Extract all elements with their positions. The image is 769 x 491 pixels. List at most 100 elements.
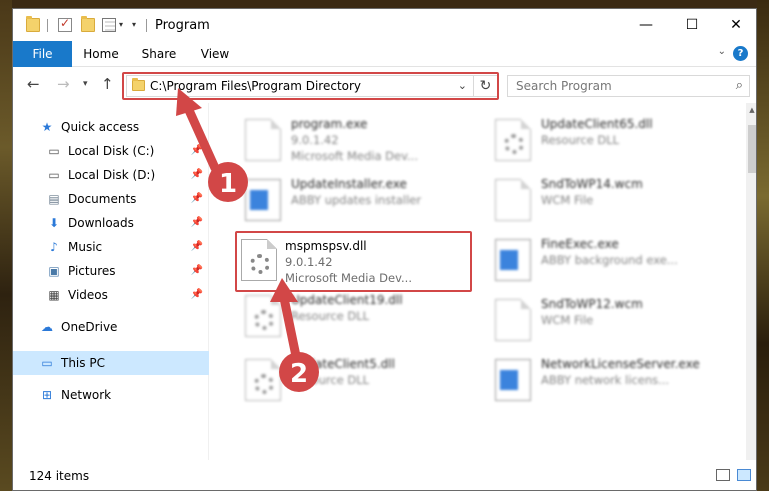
new-folder-icon[interactable]	[81, 16, 95, 32]
sidebar-item-label: Pictures	[68, 264, 116, 278]
pin-icon[interactable]: 📌	[191, 241, 203, 252]
download-icon: ⬇	[48, 216, 60, 230]
pin-icon[interactable]: 📌	[191, 265, 203, 276]
sidebar-item-local-disk-c[interactable]: ▭ Local Disk (C:) 📌	[13, 139, 209, 163]
file-item-program-exe[interactable]: program.exe 9.0.1.42 Microsoft Media Dev…	[239, 113, 479, 169]
sidebar-item-label: Local Disk (D:)	[68, 168, 156, 182]
file-item-networklicenseserver-exe[interactable]: NetworkLicenseServer.exe ABBY network li…	[489, 353, 729, 409]
annotation-highlight-file: mspmspsv.dll 9.0.1.42 Microsoft Media De…	[235, 231, 472, 292]
navigation-bar: ← → ▾ ↑ C:\Program Files\Program Directo…	[13, 67, 756, 103]
chevron-down-icon[interactable]: ▾	[119, 20, 123, 29]
tab-share[interactable]: Share	[133, 41, 185, 67]
desktop-background-left	[0, 0, 12, 491]
recent-locations-chevron-icon[interactable]: ▾	[83, 79, 88, 89]
file-item-fineexec-exe[interactable]: FineExec.exe ABBY background exe...	[489, 233, 729, 289]
sidebar-item-videos[interactable]: ▦ Videos 📌	[13, 283, 209, 307]
sidebar-item-quick-access[interactable]: ★ Quick access	[13, 115, 209, 139]
search-box[interactable]: Search Program ⌕	[507, 75, 750, 97]
pin-icon[interactable]: 📌	[191, 289, 203, 300]
pc-icon: ▭	[41, 356, 53, 370]
file-item-updateclient5-dll[interactable]: UpdateClient5.dll Resource DLL	[239, 353, 479, 409]
pin-icon[interactable]: 📌	[191, 193, 203, 204]
sidebar-item-network[interactable]: ⊞ Network	[13, 383, 209, 407]
videos-icon: ▦	[48, 288, 60, 302]
sidebar-item-label: Documents	[68, 192, 137, 206]
sidebar-item-downloads[interactable]: ⬇ Downloads 📌	[13, 211, 209, 235]
drive-icon: ▭	[48, 168, 60, 182]
details-view-icon[interactable]	[716, 469, 730, 481]
search-input[interactable]: Search Program	[516, 79, 612, 93]
sidebar-item-label: OneDrive	[61, 320, 118, 334]
scrollbar-thumb[interactable]	[748, 125, 756, 173]
expand-ribbon-icon[interactable]: ⌄	[718, 46, 726, 57]
minimize-button[interactable]: —	[623, 9, 669, 41]
close-button[interactable]: ✕	[713, 9, 756, 41]
exe-icon	[495, 239, 531, 281]
scroll-up-icon[interactable]: ▲	[746, 103, 756, 117]
tab-file[interactable]: File	[13, 41, 72, 67]
file-explorer-window: ▾ ▾ Program — ☐ ✕ File Home Share View ⌄…	[12, 8, 757, 491]
item-count: 124 items	[29, 469, 90, 483]
sidebar-item-label: Videos	[68, 288, 108, 302]
tab-view[interactable]: View	[191, 41, 239, 67]
back-button[interactable]: ←	[27, 75, 40, 93]
forward-button[interactable]: →	[57, 75, 70, 93]
sidebar-item-local-disk-d[interactable]: ▭ Local Disk (D:) 📌	[13, 163, 209, 187]
desktop-background-right	[757, 0, 769, 491]
folder-icon	[26, 16, 40, 32]
separator	[47, 19, 48, 32]
pin-icon[interactable]: 📌	[191, 169, 203, 180]
file-item-sndtowp12-wcm[interactable]: SndToWP12.wcm WCM File	[489, 293, 729, 349]
annotation-highlight-address	[122, 72, 499, 100]
dll-file-icon	[245, 295, 281, 337]
file-item-updateclient65-dll[interactable]: UpdateClient65.dll Resource DLL	[489, 113, 729, 169]
sidebar-item-label: Local Disk (C:)	[68, 144, 155, 158]
ribbon-tabs: File Home Share View ⌄ ?	[13, 41, 756, 67]
cloud-icon: ☁	[41, 320, 53, 334]
sidebar-item-onedrive[interactable]: ☁ OneDrive	[13, 315, 209, 339]
search-icon[interactable]: ⌕	[736, 78, 743, 93]
properties-check-icon[interactable]	[58, 16, 72, 32]
exe-icon	[245, 179, 281, 221]
status-bar: 124 items	[13, 460, 756, 490]
up-button[interactable]: ↑	[101, 75, 114, 93]
tab-home[interactable]: Home	[75, 41, 127, 67]
sidebar-item-label: Music	[68, 240, 103, 254]
window-title: Program	[155, 18, 210, 33]
dll-file-icon	[245, 359, 281, 401]
maximize-button[interactable]: ☐	[669, 9, 715, 41]
title-bar: ▾ ▾ Program — ☐ ✕	[13, 9, 756, 41]
sidebar-item-label: Downloads	[68, 216, 134, 230]
drive-icon: ▭	[48, 144, 60, 158]
exe-icon	[495, 359, 531, 401]
file-item-updateclient19-dll[interactable]: UpdateClient19.dll Resource DLL	[239, 289, 479, 345]
sidebar-item-music[interactable]: ♪ Music 📌	[13, 235, 209, 259]
music-icon: ♪	[50, 240, 58, 254]
file-icon	[495, 299, 531, 341]
dll-file-icon	[241, 239, 277, 281]
file-item-mspmspsv-dll[interactable]: mspmspsv.dll 9.0.1.42 Microsoft Media De…	[237, 235, 477, 291]
sidebar-item-this-pc[interactable]: ▭ This PC	[13, 351, 209, 375]
file-icon	[495, 179, 531, 221]
dll-file-icon	[495, 119, 531, 161]
large-icons-view-icon[interactable]	[737, 469, 751, 481]
pictures-icon: ▣	[48, 264, 60, 278]
pin-icon[interactable]: 📌	[191, 217, 203, 228]
pin-icon[interactable]: 📌	[191, 145, 203, 156]
navigation-pane: ★ Quick access ▭ Local Disk (C:) 📌 ▭ Loc…	[13, 103, 209, 460]
sidebar-item-documents[interactable]: ▤ Documents 📌	[13, 187, 209, 211]
star-icon: ★	[41, 120, 53, 134]
quick-access-toolbar-icon[interactable]	[102, 18, 116, 32]
application-icon	[245, 119, 281, 161]
help-icon[interactable]: ?	[733, 46, 748, 61]
sidebar-item-pictures[interactable]: ▣ Pictures 📌	[13, 259, 209, 283]
file-item-updateinstaller-exe[interactable]: UpdateInstaller.exe ABBY updates install…	[239, 173, 479, 229]
customize-toolbar-icon[interactable]: ▾	[132, 20, 136, 29]
documents-icon: ▤	[48, 192, 60, 206]
file-item-sndtowp14-wcm[interactable]: SndToWP14.wcm WCM File	[489, 173, 729, 229]
sidebar-item-label: Network	[61, 388, 112, 402]
sidebar-item-label: Quick access	[61, 120, 140, 134]
sidebar-item-label: This PC	[61, 356, 105, 370]
separator	[146, 19, 147, 32]
vertical-scrollbar[interactable]: ▲	[746, 103, 756, 460]
